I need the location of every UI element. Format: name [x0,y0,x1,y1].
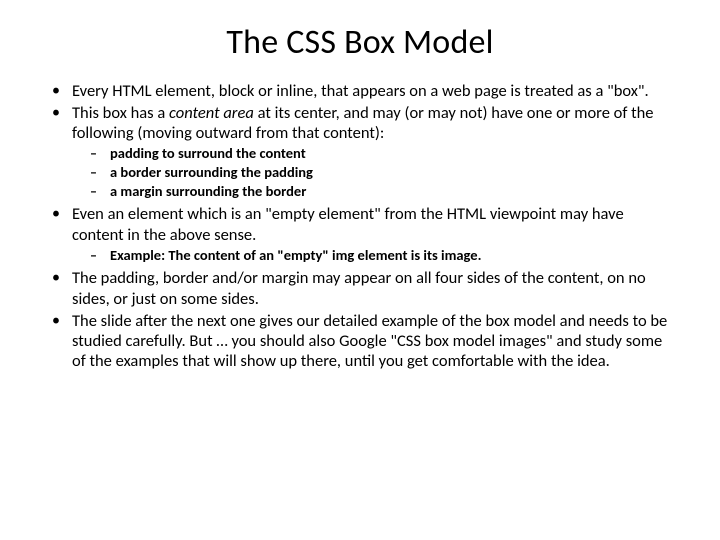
sub-bullet-text: padding to surround the content [110,144,306,162]
bullet-item: This box has a content area at its cente… [44,103,676,200]
bullet-item: The padding, border and/or margin may ap… [44,268,676,308]
sub-bullet-text: Example: The content of an "empty" img e… [110,246,481,264]
bullet-item: Every HTML element, block or inline, tha… [44,81,676,101]
bullet-text: Every HTML element, block or inline, tha… [72,81,649,101]
bullet-list: Every HTML element, block or inline, tha… [44,81,676,371]
bullet-text: The padding, border and/or margin may ap… [72,268,646,308]
slide-title: The CSS Box Model [0,22,720,63]
sub-bullet-list: padding to surround the content a border… [72,145,676,200]
sub-bullet-item: a border surrounding the padding [72,164,676,182]
bullet-text: This box has a [72,103,169,123]
bullet-text: Even an element which is an "empty eleme… [72,204,624,244]
sub-bullet-item: Example: The content of an "empty" img e… [72,247,676,265]
sub-bullet-text: a margin surrounding the border [110,182,306,200]
bullet-text: The slide after the next one gives our d… [72,311,667,371]
sub-bullet-item: padding to surround the content [72,145,676,163]
sub-bullet-item: a margin surrounding the border [72,183,676,201]
sub-bullet-text: a border surrounding the padding [110,163,313,181]
bullet-item: The slide after the next one gives our d… [44,311,676,371]
slide-content: Every HTML element, block or inline, tha… [0,81,720,371]
bullet-item: Even an element which is an "empty eleme… [44,204,676,264]
sub-bullet-list: Example: The content of an "empty" img e… [72,247,676,265]
bullet-emphasis: content area [169,103,254,123]
slide: The CSS Box Model Every HTML element, bl… [0,22,720,540]
